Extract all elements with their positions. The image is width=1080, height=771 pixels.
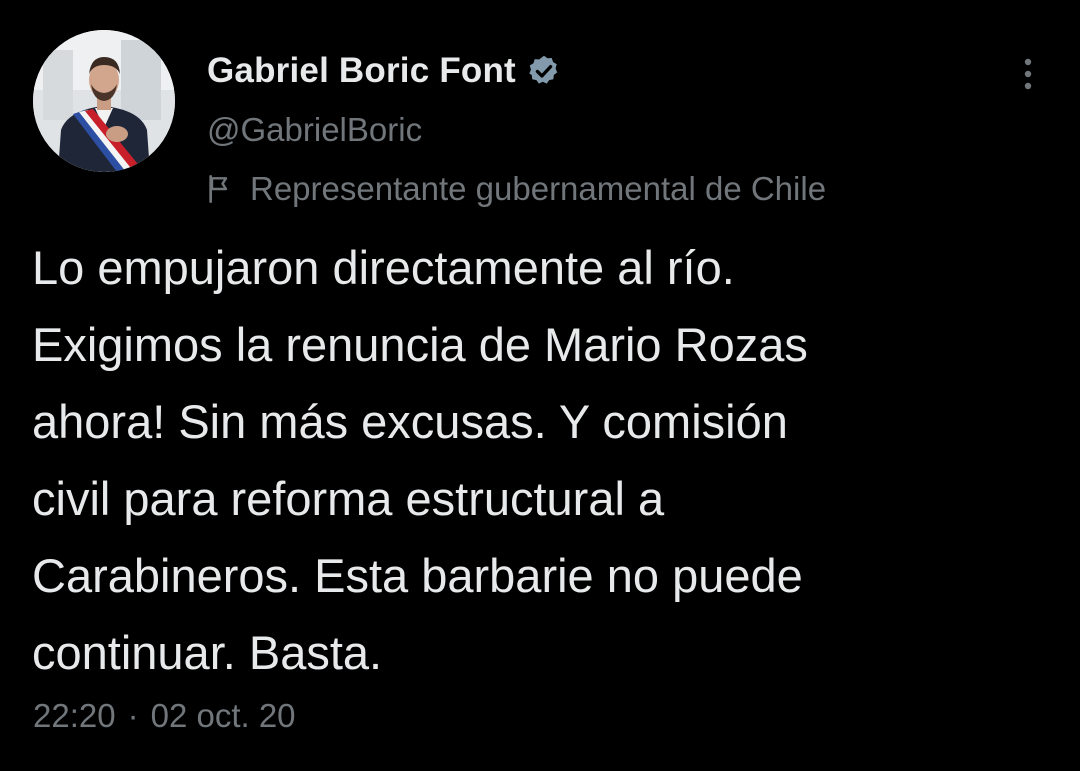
government-label[interactable]: Representante gubernamental de Chile xyxy=(204,168,826,210)
more-vertical-icon xyxy=(1024,58,1032,90)
avatar-image xyxy=(33,30,175,172)
author-avatar[interactable] xyxy=(33,30,175,172)
tweet-timestamp[interactable]: 22:20 · 02 oct. 20 xyxy=(33,697,296,735)
flag-icon xyxy=(204,173,236,205)
more-options-button[interactable] xyxy=(1006,52,1050,96)
government-label-text: Representante gubernamental de Chile xyxy=(250,170,827,207)
verified-badge-icon xyxy=(526,53,562,89)
author-display-name[interactable]: Gabriel Boric Font xyxy=(207,51,516,91)
author-name-row: Gabriel Boric Font xyxy=(207,48,562,94)
tweet-date: 02 oct. 20 xyxy=(150,697,296,734)
tweet-card: Gabriel Boric Font @GabrielBoric Represe… xyxy=(0,0,1080,771)
timestamp-separator: · xyxy=(127,697,139,734)
tweet-text: Lo empujaron directamente al río. Exigim… xyxy=(32,241,808,679)
author-handle[interactable]: @GabrielBoric xyxy=(207,111,422,149)
tweet-time: 22:20 xyxy=(33,697,116,734)
